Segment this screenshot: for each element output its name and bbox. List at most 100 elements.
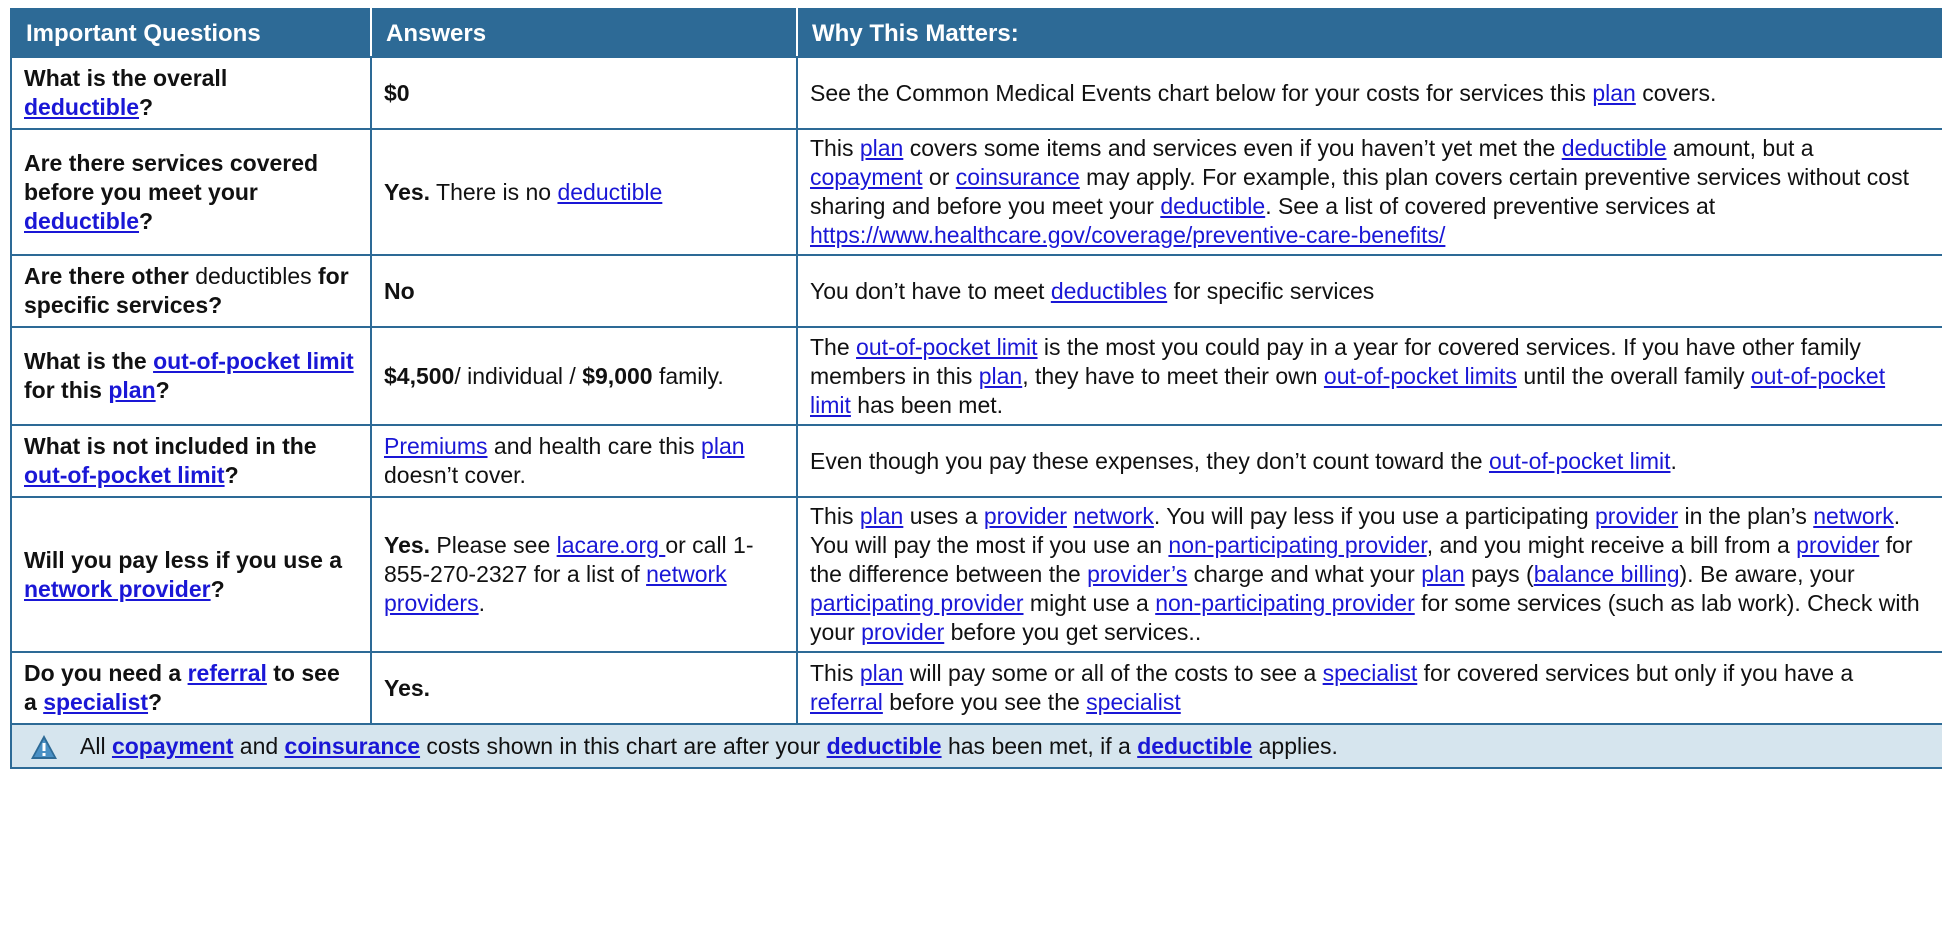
glossary-link[interactable]: plan [860, 135, 903, 161]
cell-text: What is the overall [24, 65, 228, 91]
cell-text: charge and what your [1187, 561, 1422, 587]
glossary-link[interactable]: Premiums [384, 433, 488, 459]
glossary-link[interactable]: coinsurance [285, 733, 421, 759]
cell-text: for specific services [1167, 277, 1375, 304]
cell-text: ? [210, 575, 225, 602]
why-cell: You don’t have to meet deductibles for s… [796, 254, 1942, 328]
glossary-link[interactable]: referral [810, 689, 883, 715]
glossary-link[interactable]: network [1073, 503, 1154, 529]
question-cell: What is the out-of-pocket limit for this… [10, 326, 372, 426]
glossary-link[interactable]: plan [979, 363, 1022, 389]
cell-text: This [810, 660, 860, 686]
glossary-link[interactable]: provider [984, 503, 1067, 529]
question-cell: What is the overall deductible? [10, 56, 372, 130]
glossary-link[interactable]: plan [108, 377, 155, 403]
cell-text: $9,000 [582, 362, 653, 389]
why-cell: The out-of-pocket limit is the most you … [796, 326, 1942, 426]
table-body: What is the overall deductible? $0 See t… [10, 56, 1942, 769]
glossary-link[interactable]: plan [860, 660, 903, 686]
glossary-link[interactable]: out-of-pocket limit [153, 348, 354, 374]
glossary-link[interactable]: network [1813, 503, 1894, 529]
cell-text: Yes. [384, 674, 431, 701]
glossary-link[interactable]: plan [1421, 561, 1464, 587]
glossary-link[interactable]: plan [701, 433, 744, 459]
glossary-link[interactable]: network [646, 561, 727, 587]
cell-text: Please see [430, 532, 557, 558]
cell-text: $0 [384, 79, 410, 106]
cell-text: ? [155, 377, 170, 403]
answer-cell: No [370, 254, 798, 328]
cell-text: All [80, 732, 112, 759]
glossary-link[interactable]: deductible [1562, 135, 1667, 161]
glossary-link[interactable]: lacare.org [557, 532, 666, 558]
glossary-link[interactable]: specialist [1086, 689, 1181, 715]
table-row: Will you pay less if you use a network p… [10, 496, 1942, 653]
cell-text: . [1670, 447, 1677, 474]
glossary-link[interactable]: copayment [810, 164, 923, 190]
glossary-link[interactable]: provider [861, 619, 944, 645]
glossary-link[interactable]: referral [188, 660, 267, 686]
glossary-link[interactable]: plan [860, 503, 903, 529]
cell-text: might use a [1023, 590, 1156, 616]
cell-text: $4,500 [384, 362, 455, 389]
sbc-important-questions-table: Important Questions Answers Why This Mat… [10, 8, 1942, 769]
glossary-link[interactable]: deductible [557, 179, 662, 205]
glossary-link[interactable]: https://www.healthcare.gov/coverage/prev… [810, 222, 1445, 248]
answer-cell: Premiums and health care this plan doesn… [370, 424, 798, 498]
footnote-row: All copayment and coinsurance costs show… [10, 723, 1942, 769]
table-row: What is the out-of-pocket limit for this… [10, 326, 1942, 426]
glossary-link[interactable]: deductible [1137, 733, 1252, 759]
cell-text: Even though you pay these expenses, they… [810, 447, 1489, 474]
table-row: What is not included in the out-of-pocke… [10, 424, 1942, 498]
glossary-link[interactable]: plan [1592, 80, 1635, 106]
cell-text: costs shown in this chart are after your [420, 732, 827, 759]
glossary-link[interactable]: provider’s [1087, 561, 1187, 587]
glossary-link[interactable]: deductible [1160, 193, 1265, 219]
glossary-link[interactable]: out-of-pocket limit [856, 334, 1038, 360]
cell-text: and [233, 732, 285, 759]
glossary-link[interactable]: specialist [1323, 660, 1418, 686]
why-cell: This plan will pay some or all of the co… [796, 651, 1942, 725]
glossary-link[interactable]: out-of-pocket limits [1324, 363, 1517, 389]
glossary-link[interactable]: coinsurance [956, 164, 1080, 190]
warning-triangle-icon [30, 734, 58, 760]
glossary-link[interactable]: provider [1595, 503, 1678, 529]
question-cell: Are there services covered before you me… [10, 128, 372, 256]
cell-text: uses a [903, 503, 984, 529]
cell-text: ). Be aware, your [1679, 561, 1855, 587]
question-cell: Are there other deductibles for specific… [10, 254, 372, 328]
glossary-link[interactable]: out-of-pocket limit [24, 462, 225, 488]
cell-text: , they have to meet their own [1022, 362, 1324, 389]
sbc-page: { "header": { "col_questions": "Importan… [0, 0, 1942, 936]
glossary-link[interactable]: deductible [24, 94, 139, 120]
glossary-link[interactable]: deductibles [1051, 278, 1167, 304]
glossary-link[interactable]: providers [384, 590, 479, 616]
cell-text: No [384, 277, 415, 304]
glossary-link[interactable]: provider [1796, 532, 1879, 558]
cell-text: ? [148, 689, 163, 715]
glossary-link[interactable]: balance billing [1534, 561, 1680, 587]
cell-text: Do you need a [24, 660, 188, 686]
glossary-link[interactable]: specialist [43, 689, 148, 715]
glossary-link[interactable]: deductible [827, 733, 942, 759]
glossary-link[interactable]: participating provider [810, 590, 1024, 616]
cell-text: , and you might receive a bill from a [1426, 532, 1797, 558]
cell-text: What is the [24, 348, 154, 374]
glossary-link[interactable]: deductible [24, 208, 139, 234]
cell-text: in the plan’s [1678, 503, 1814, 529]
table-row: Are there services covered before you me… [10, 128, 1942, 256]
cell-text: and health care this [487, 433, 702, 459]
cell-text: Will you pay less if you use a [24, 546, 343, 573]
answer-cell: Yes. There is no deductible [370, 128, 798, 256]
glossary-link[interactable]: out-of-pocket limit [1489, 448, 1671, 474]
glossary-link[interactable]: non-participating provider [1155, 590, 1415, 616]
glossary-link[interactable]: non-participating provider [1168, 532, 1426, 558]
cell-text: The [810, 333, 857, 360]
why-cell: This plan covers some items and services… [796, 128, 1942, 256]
cell-text: covers some items and services even if y… [903, 135, 1562, 161]
cell-text: until the overall family [1516, 362, 1751, 389]
glossary-link[interactable]: copayment [112, 733, 233, 759]
answer-cell: Yes. [370, 651, 798, 725]
cell-text: amount, but a [1666, 135, 1814, 161]
glossary-link[interactable]: network provider [24, 576, 211, 602]
